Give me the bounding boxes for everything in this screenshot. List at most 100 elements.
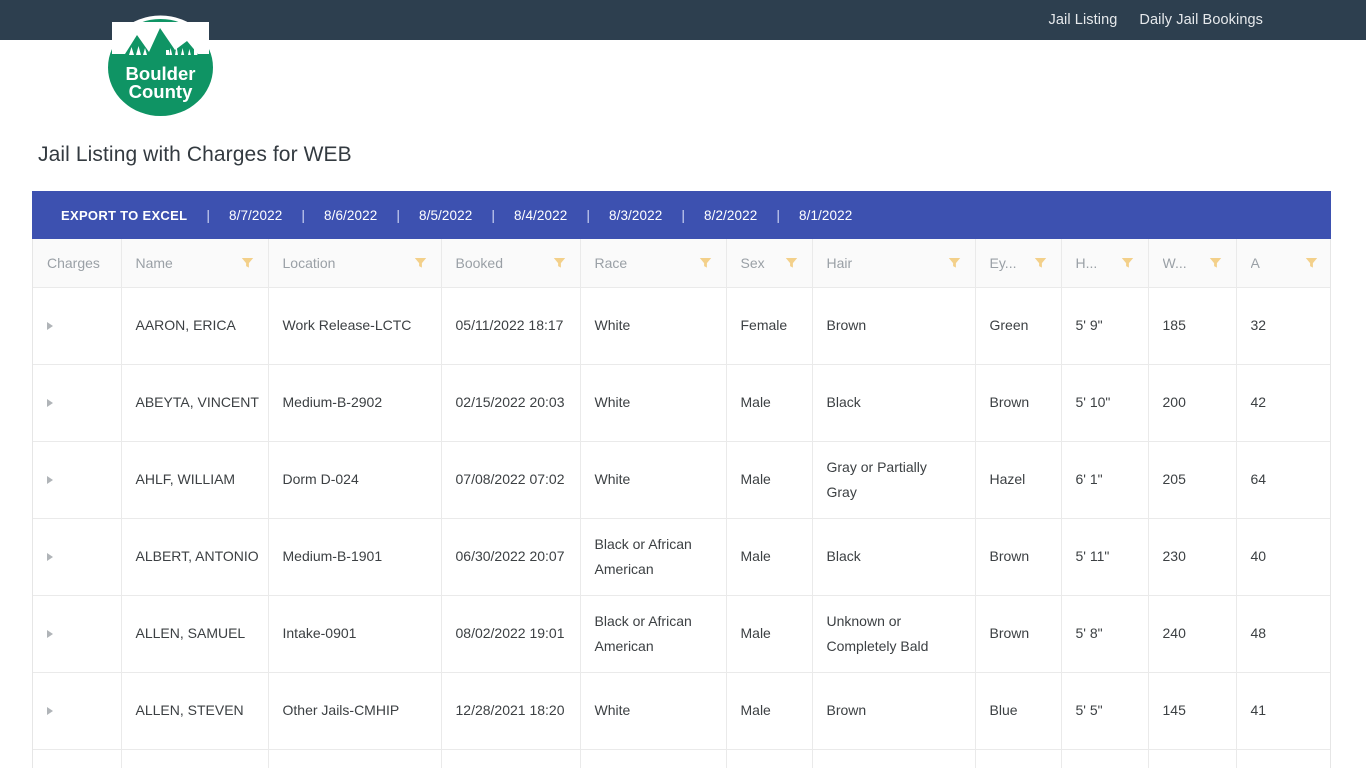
filter-icon[interactable]	[785, 256, 798, 269]
filter-icon[interactable]	[699, 256, 712, 269]
cell-hair: Brown	[812, 672, 976, 750]
filter-icon[interactable]	[1305, 256, 1318, 269]
column-header-hair[interactable]: Hair	[812, 239, 976, 288]
expand-triangle-icon[interactable]	[47, 553, 53, 562]
column-header-a[interactable]: A	[1236, 239, 1330, 288]
expand-triangle-icon[interactable]	[47, 707, 53, 716]
cell-weight: 145	[1148, 672, 1237, 750]
charges-expand-cell[interactable]	[33, 364, 122, 442]
cell-height: 5' 11"	[1061, 518, 1149, 596]
cell-height: 6' 1"	[1061, 441, 1149, 519]
table-row[interactable]: ABEYTA, VINCENT Medium-B-2902 02/15/2022 2…	[33, 364, 1330, 442]
cell-name: ALLEN, STEVEN	[121, 672, 269, 750]
expand-triangle-icon[interactable]	[47, 322, 53, 331]
filter-icon[interactable]	[414, 256, 427, 269]
cell-race: White	[580, 287, 727, 365]
column-header-inner: Name	[136, 255, 254, 271]
cell-age	[1236, 749, 1330, 768]
expand-triangle-icon[interactable]	[47, 399, 53, 408]
column-header-label: Ey...	[989, 254, 1017, 271]
column-header-location[interactable]: Location	[268, 239, 442, 288]
column-header-h[interactable]: H...	[1061, 239, 1149, 288]
export-to-excel-button[interactable]: EXPORT TO EXCEL	[61, 208, 187, 223]
cell-age: 40	[1236, 518, 1330, 596]
cell-eye: Brown	[975, 595, 1062, 673]
filter-icon[interactable]	[1209, 256, 1222, 269]
column-header-inner: Charges	[47, 255, 107, 271]
cell-name: ALBERT, ANTONIO	[121, 518, 269, 596]
column-header-label: A	[1250, 254, 1260, 271]
cell-race: Black or African American	[580, 518, 727, 596]
date-link-8-1-2022[interactable]: 8/1/2022	[799, 208, 852, 223]
date-link-8-4-2022[interactable]: 8/4/2022	[514, 208, 567, 223]
cell-booked: 02/15/2022 20:03	[441, 364, 581, 442]
cell-weight: 240	[1148, 595, 1237, 673]
date-link-8-5-2022[interactable]: 8/5/2022	[419, 208, 472, 223]
charges-expand-cell[interactable]	[33, 595, 122, 673]
table-row[interactable]: ALLEN, STEVEN Other Jails-CMHIP 12/28/2021…	[33, 672, 1330, 750]
filter-icon[interactable]	[553, 256, 566, 269]
cell-sex: Male	[726, 518, 813, 596]
column-header-inner: Ey...	[990, 255, 1047, 271]
table-row[interactable]: ALLEN, SAMUEL Intake-0901 08/02/2022 19:01…	[33, 595, 1330, 673]
date-link-8-2-2022[interactable]: 8/2/2022	[704, 208, 757, 223]
cell-eye: Green	[975, 287, 1062, 365]
charges-expand-cell[interactable]	[33, 749, 122, 768]
table-row[interactable]: AHLF, WILLIAM Dorm D-024 07/08/2022 07:02 W…	[33, 441, 1330, 519]
date-link-8-3-2022[interactable]: 8/3/2022	[609, 208, 662, 223]
column-header-sex[interactable]: Sex	[726, 239, 813, 288]
column-header-inner: Race	[595, 255, 712, 271]
date-link-8-7-2022[interactable]: 8/7/2022	[229, 208, 282, 223]
filter-icon[interactable]	[1034, 256, 1047, 269]
expand-triangle-icon[interactable]	[47, 630, 53, 639]
nav-jail-listing[interactable]: Jail Listing	[1049, 12, 1118, 28]
cell-location: Medium-B-2902	[268, 364, 442, 442]
column-header-label: Name	[135, 254, 173, 271]
charges-expand-cell[interactable]	[33, 441, 122, 519]
cell-weight: 205	[1148, 441, 1237, 519]
toolbar-separator: |	[396, 207, 400, 223]
cell-weight: 200	[1148, 364, 1237, 442]
jail-listing-table-container: Charges Name Location Booked Race Sex Hair Ey..…	[32, 239, 1331, 768]
cell-height: 5' 8"	[1061, 595, 1149, 673]
cell-location: Dorm D-024	[268, 441, 442, 519]
column-header-ey[interactable]: Ey...	[975, 239, 1062, 288]
column-header-booked[interactable]: Booked	[441, 239, 581, 288]
top-nav-links: Jail Listing Daily Jail Bookings	[1049, 12, 1366, 28]
column-header-label: Location	[282, 254, 336, 271]
table-row[interactable]: ALBERT, ANTONIO Medium-B-1901 06/30/2022 2…	[33, 518, 1330, 596]
cell-booked: 05/11/2022 18:17	[441, 287, 581, 365]
column-header-w[interactable]: W...	[1148, 239, 1237, 288]
cell-booked: 08/04/2022	[441, 749, 581, 768]
toolbar-separator: |	[301, 207, 305, 223]
report-toolbar: EXPORT TO EXCEL | 8/7/2022 | 8/6/2022 | …	[32, 191, 1331, 239]
boulder-county-logo[interactable]: Boulder County	[103, 14, 218, 121]
column-header-race[interactable]: Race	[580, 239, 727, 288]
table-row[interactable]: AARON, ERICA Work Release-LCTC 05/11/2022 …	[33, 287, 1330, 365]
toolbar-separator: |	[776, 207, 780, 223]
column-header-name[interactable]: Name	[121, 239, 269, 288]
cell-height: 5' 10"	[1061, 364, 1149, 442]
filter-icon[interactable]	[1121, 256, 1134, 269]
charges-expand-cell[interactable]	[33, 518, 122, 596]
column-header-charges[interactable]: Charges	[33, 239, 122, 288]
date-link-8-6-2022[interactable]: 8/6/2022	[324, 208, 377, 223]
cell-booked: 07/08/2022 07:02	[441, 441, 581, 519]
filter-icon[interactable]	[241, 256, 254, 269]
nav-daily-jail-bookings[interactable]: Daily Jail Bookings	[1139, 12, 1263, 28]
expand-triangle-icon[interactable]	[47, 476, 53, 485]
column-header-label: Charges	[47, 254, 100, 271]
charges-expand-cell[interactable]	[33, 672, 122, 750]
column-header-label: Sex	[740, 254, 765, 271]
cell-booked: 12/28/2021 18:20	[441, 672, 581, 750]
logo-text-line2: County	[129, 81, 193, 102]
column-header-label: Hair	[826, 254, 853, 271]
charges-expand-cell[interactable]	[33, 287, 122, 365]
cell-location	[268, 749, 442, 768]
cell-location: Medium-B-1901	[268, 518, 442, 596]
table-row[interactable]: ALVARADO, 08/04/2022	[33, 749, 1330, 768]
cell-height: 5' 5"	[1061, 672, 1149, 750]
cell-eye: Brown	[975, 364, 1062, 442]
filter-icon[interactable]	[948, 256, 961, 269]
column-header-inner: Sex	[741, 255, 798, 271]
